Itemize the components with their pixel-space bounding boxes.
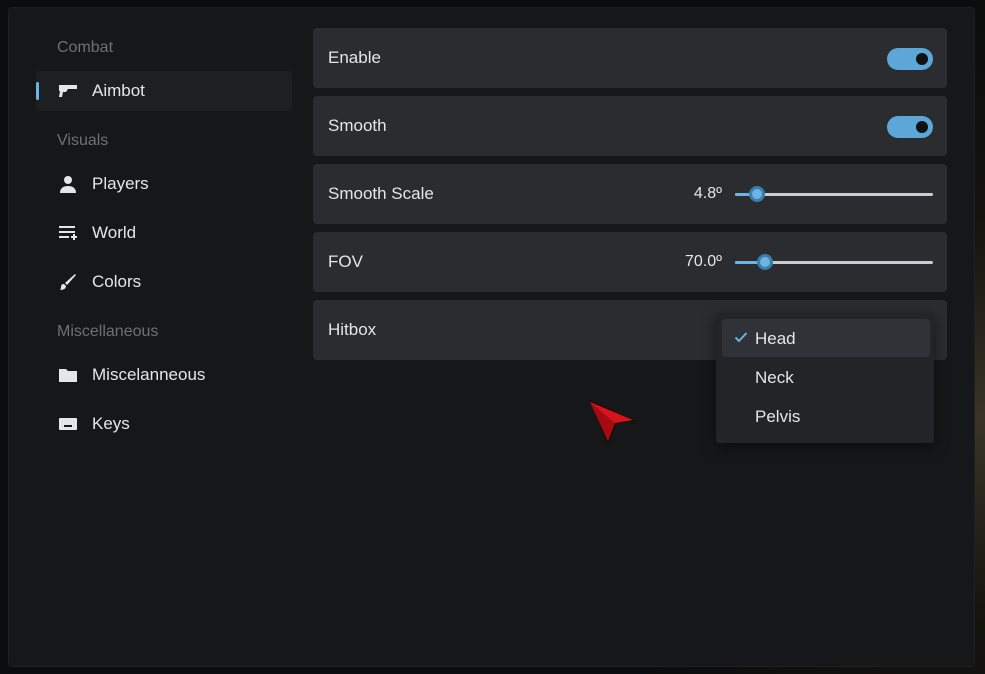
- setting-label: Smooth: [328, 116, 387, 135]
- setting-label: FOV: [328, 252, 363, 271]
- sidebar-item-label: World: [92, 223, 137, 242]
- sidebar-item-world[interactable]: World: [36, 213, 292, 253]
- sidebar-item-aimbot[interactable]: Aimbot: [36, 71, 292, 111]
- section-header-combat: Combat: [57, 39, 114, 56]
- sidebar-item-players[interactable]: Players: [36, 164, 292, 204]
- sidebar-item-colors[interactable]: Colors: [36, 262, 292, 302]
- setting-row-smooth-scale: Smooth Scale 4.8º: [313, 164, 947, 224]
- sidebar-item-label: Miscelanneous: [92, 365, 206, 384]
- hitbox-option-head[interactable]: Head: [722, 319, 930, 357]
- cheat-menu-window: Combat Aimbot Visuals Players World Colo…: [9, 8, 974, 666]
- slider-thumb[interactable]: [757, 254, 773, 270]
- check-icon: [734, 330, 748, 344]
- sidebar-item-label: Colors: [92, 272, 142, 291]
- toggle-knob: [916, 53, 928, 65]
- setting-row-smooth: Smooth: [313, 96, 947, 156]
- hitbox-dropdown: Head Neck Pelvis: [716, 313, 934, 443]
- setting-row-fov: FOV 70.0º: [313, 232, 947, 292]
- slider-thumb[interactable]: [749, 186, 765, 202]
- sidebar-item-label: Players: [92, 174, 149, 193]
- sidebar-item-miscelanneous[interactable]: Miscelanneous: [36, 355, 292, 395]
- smooth-toggle[interactable]: [887, 116, 933, 138]
- enable-toggle[interactable]: [887, 48, 933, 70]
- setting-label: Enable: [328, 48, 381, 67]
- hitbox-option-neck[interactable]: Neck: [722, 358, 930, 396]
- brush-icon: [58, 272, 78, 292]
- smooth-scale-value: 4.8º: [693, 185, 722, 202]
- sidebar-item-label: Aimbot: [92, 81, 145, 100]
- toggle-knob: [916, 121, 928, 133]
- section-header-visuals: Visuals: [57, 132, 109, 149]
- smooth-scale-slider[interactable]: [735, 184, 933, 204]
- sidebar-item-keys[interactable]: Keys: [36, 404, 292, 444]
- person-icon: [58, 174, 78, 194]
- setting-label: Smooth Scale: [328, 184, 434, 203]
- option-label: Head: [755, 329, 796, 348]
- fov-slider[interactable]: [735, 252, 933, 272]
- sidebar-item-label: Keys: [92, 414, 130, 433]
- active-indicator: [36, 82, 39, 100]
- option-label: Neck: [755, 368, 794, 387]
- mouse-cursor-icon: [589, 400, 636, 444]
- fov-value: 70.0º: [685, 253, 722, 270]
- option-label: Pelvis: [755, 407, 801, 426]
- list-add-icon: [58, 223, 78, 243]
- keyboard-icon: [58, 414, 78, 434]
- gun-icon: [58, 81, 78, 101]
- setting-label: Hitbox: [328, 320, 377, 339]
- sidebar: Combat Aimbot Visuals Players World Colo…: [9, 8, 301, 666]
- folder-icon: [58, 365, 78, 385]
- setting-row-enable: Enable: [313, 28, 947, 88]
- section-header-miscellaneous: Miscellaneous: [57, 323, 159, 340]
- hitbox-option-pelvis[interactable]: Pelvis: [722, 397, 930, 435]
